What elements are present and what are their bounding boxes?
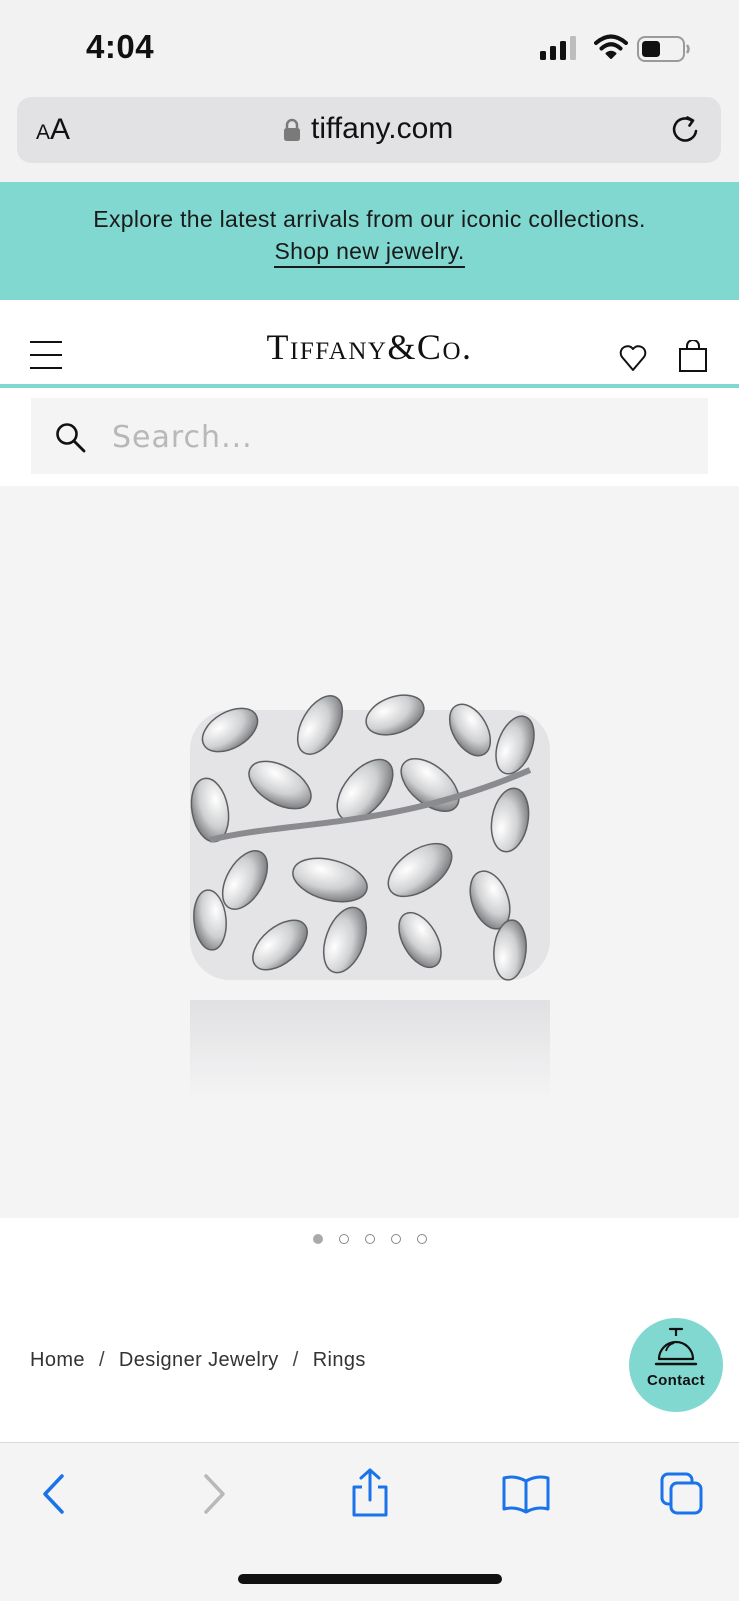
carousel-dot[interactable] (338, 1234, 349, 1244)
header-divider (0, 384, 739, 388)
contact-label: Contact (647, 1372, 705, 1389)
promo-banner: Explore the latest arrivals from our ico… (0, 182, 739, 300)
cellular-signal-icon (540, 36, 580, 65)
breadcrumb: Home / Designer Jewelry / Rings (30, 1349, 366, 1372)
forward-icon[interactable] (198, 1473, 228, 1520)
shop-new-jewelry-link[interactable]: Shop new jewelry. (274, 236, 465, 268)
breadcrumb-separator: / (292, 1349, 299, 1371)
text-size-large-label: A (50, 113, 71, 146)
bookmarks-icon[interactable] (501, 1473, 551, 1520)
share-icon[interactable] (349, 1467, 391, 1524)
lock-icon (283, 118, 301, 147)
carousel-dot[interactable] (364, 1234, 375, 1244)
text-size-small-label: A (36, 121, 51, 144)
breadcrumb-separator: / (98, 1349, 105, 1371)
service-bell-icon (653, 1325, 699, 1376)
home-indicator[interactable] (238, 1574, 502, 1584)
shopping-bag-icon[interactable] (679, 339, 707, 377)
reload-icon[interactable] (669, 112, 703, 151)
carousel-dot[interactable] (390, 1234, 401, 1244)
carousel-dot[interactable] (416, 1234, 427, 1244)
text-size-button[interactable]: AA (36, 113, 70, 147)
breadcrumb-rings[interactable]: Rings (313, 1349, 366, 1371)
status-time: 4:04 (86, 28, 155, 65)
search-icon[interactable] (55, 422, 87, 459)
heart-icon[interactable] (618, 342, 648, 377)
url-text[interactable]: tiffany.com (311, 112, 453, 146)
wifi-icon (594, 34, 628, 65)
search-input[interactable] (110, 412, 674, 462)
back-icon[interactable] (40, 1473, 70, 1520)
breadcrumb-home[interactable]: Home (30, 1349, 85, 1371)
carousel-pagination (0, 1232, 739, 1252)
tabs-icon[interactable] (659, 1471, 705, 1522)
carousel-dot[interactable] (312, 1234, 323, 1244)
product-image[interactable] (170, 670, 570, 1135)
promo-text: Explore the latest arrivals from our ico… (93, 206, 646, 232)
battery-icon (637, 36, 691, 67)
breadcrumb-designer-jewelry[interactable]: Designer Jewelry (119, 1349, 279, 1371)
